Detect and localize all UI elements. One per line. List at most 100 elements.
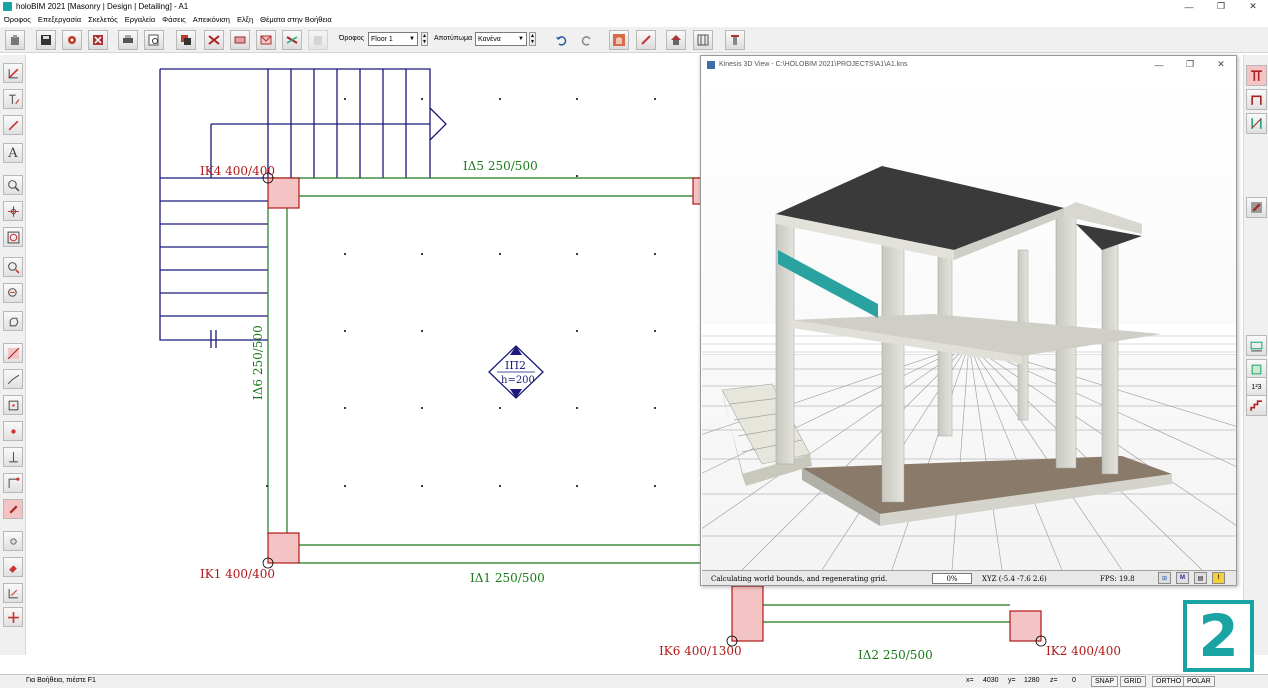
align-right-button[interactable] [1246, 335, 1267, 356]
grid-icon[interactable]: ▤ [1194, 572, 1207, 584]
house-tool-button[interactable] [666, 30, 686, 50]
window-title: Kinesis 3D View - C:\HOLOBIM 2021\PROJEC… [719, 61, 908, 68]
redo-button[interactable] [577, 30, 597, 50]
menu-floor[interactable]: Όροφος [4, 15, 31, 24]
select-tool-button[interactable] [176, 30, 196, 50]
column-tool-button[interactable] [725, 30, 745, 50]
envelope-tool-button[interactable] [256, 30, 276, 50]
undo-button[interactable] [551, 30, 571, 50]
menu-help-topics[interactable]: Θέματα στην Βοήθεια [260, 15, 332, 24]
main-toolbar: Όροφος Floor 1 ▼ ▲ ▼ Αποτύπωμα Κανένα ▼ ▲ ▼ [0, 27, 1268, 53]
beam-tool-button[interactable] [3, 63, 23, 83]
close-file-icon [93, 35, 103, 45]
polyline-tool-button[interactable] [3, 369, 23, 389]
zoom-in-button[interactable] [3, 257, 23, 277]
minimize-button[interactable]: — [1172, 0, 1206, 13]
numbering-icon: 1²3 [1251, 384, 1262, 391]
pin-tool-button[interactable] [3, 499, 23, 519]
structure-tool-button[interactable] [693, 30, 713, 50]
ortho-toggle[interactable]: ORTHO [1152, 676, 1186, 687]
print-preview-button[interactable] [144, 30, 164, 50]
zoom-window-button[interactable] [3, 175, 23, 195]
edit-tool-button[interactable] [3, 115, 23, 135]
text-style-button[interactable] [3, 89, 23, 109]
menu-skeleton[interactable]: Σκελετός [88, 15, 118, 24]
dimension-tool-button[interactable] [3, 583, 23, 603]
trim-tool-button[interactable] [204, 30, 224, 50]
delete-line-button[interactable] [282, 30, 302, 50]
disabled-tool-button[interactable] [308, 30, 328, 50]
pin-icon [8, 504, 18, 514]
window-title-bar[interactable]: Kinesis 3D View - C:\HOLOBIM 2021\PROJEC… [701, 56, 1236, 73]
slab-marker[interactable] [488, 345, 544, 399]
render-button[interactable] [1246, 197, 1267, 218]
column-ik2[interactable] [1009, 610, 1042, 642]
pan-button[interactable] [3, 311, 23, 331]
point-tool-button[interactable] [3, 421, 23, 441]
anchor-tool-button[interactable] [3, 447, 23, 467]
x-coordinate: 4030 [983, 677, 999, 684]
polar-toggle[interactable]: POLAR [1183, 676, 1215, 687]
settings-button[interactable] [62, 30, 82, 50]
floor-select[interactable]: Floor 1 ▼ [368, 32, 418, 46]
sun-tool-button[interactable] [3, 531, 23, 551]
section-view-button[interactable] [1246, 65, 1267, 86]
print-icon [123, 35, 133, 43]
3d-viewport[interactable] [702, 74, 1236, 570]
redo-icon [581, 36, 591, 46]
zoom-out-button[interactable] [3, 283, 23, 303]
status-bar: Για Βοήθεια, πιέστε F1 x= 4030 y= 1280 z… [0, 674, 1268, 688]
column-ik1[interactable] [267, 532, 300, 564]
snap-toggle[interactable]: SNAP [1091, 676, 1119, 687]
kinesis-3d-window[interactable]: Kinesis 3D View - C:\HOLOBIM 2021\PROJEC… [700, 55, 1237, 586]
rectangle-tool-button[interactable] [3, 395, 23, 415]
frame-view-button[interactable] [1246, 89, 1267, 110]
print-button[interactable] [118, 30, 138, 50]
point-icon [10, 428, 16, 434]
beam-icon [8, 68, 18, 78]
paint-tool-button[interactable] [3, 557, 23, 577]
zoom-in-icon [7, 261, 19, 273]
lock-icon[interactable]: ⊞ [1158, 572, 1171, 584]
x-label: x= [966, 677, 974, 684]
window-title: holoBIM 2021 [Masonry | Design | Detaili… [16, 2, 189, 11]
menu-tools[interactable]: Εργαλεία [125, 15, 155, 24]
floor-spinner[interactable]: ▲ ▼ [421, 32, 428, 46]
building-icon-button[interactable] [5, 30, 25, 50]
maximize-button[interactable]: ❐ [1175, 57, 1205, 72]
move-tool-button[interactable] [3, 607, 23, 627]
stair-tool-button[interactable] [1246, 395, 1267, 416]
eraser-tool-button[interactable] [230, 30, 250, 50]
floor-label: Όροφος [339, 35, 365, 42]
app-logo-icon [3, 2, 12, 11]
zoom-extents-button[interactable] [3, 201, 23, 221]
menu-elxi[interactable]: Ελξη [237, 15, 253, 24]
elevation-view-button[interactable] [1246, 113, 1267, 134]
column-ik4[interactable] [267, 177, 300, 209]
m-icon[interactable]: M [1176, 572, 1189, 584]
minimize-button[interactable]: — [1144, 57, 1174, 72]
pencil-tool-button[interactable] [636, 30, 656, 50]
warning-icon[interactable]: ! [1212, 572, 1225, 584]
text-tool-button[interactable]: A [3, 143, 23, 163]
line-tool-button[interactable] [3, 343, 23, 363]
menu-view[interactable]: Απεικόνιση [193, 15, 230, 24]
elevation-icon [1251, 118, 1262, 129]
maximize-button[interactable]: ❐ [1204, 0, 1238, 13]
close-button[interactable]: ✕ [1236, 0, 1268, 13]
zoom-all-button[interactable] [3, 227, 23, 247]
staircase[interactable] [159, 68, 447, 348]
beam-label-ik1: ΙΔ1 250/500 [470, 571, 545, 585]
close-file-button[interactable] [88, 30, 108, 50]
y-coordinate: 1280 [1024, 677, 1040, 684]
menu-phases[interactable]: Φάσεις [162, 15, 186, 24]
section-spinner[interactable]: ▲ ▼ [529, 32, 536, 46]
close-button[interactable]: ✕ [1206, 57, 1236, 72]
grid-toggle[interactable]: GRID [1120, 676, 1146, 687]
pan-tool-button[interactable] [609, 30, 629, 50]
corner-tool-button[interactable] [3, 473, 23, 493]
column-ik6[interactable] [731, 585, 764, 642]
save-button[interactable] [36, 30, 56, 50]
menu-edit[interactable]: Επεξεργασία [38, 15, 81, 24]
section-select[interactable]: Κανένα ▼ [475, 32, 527, 46]
